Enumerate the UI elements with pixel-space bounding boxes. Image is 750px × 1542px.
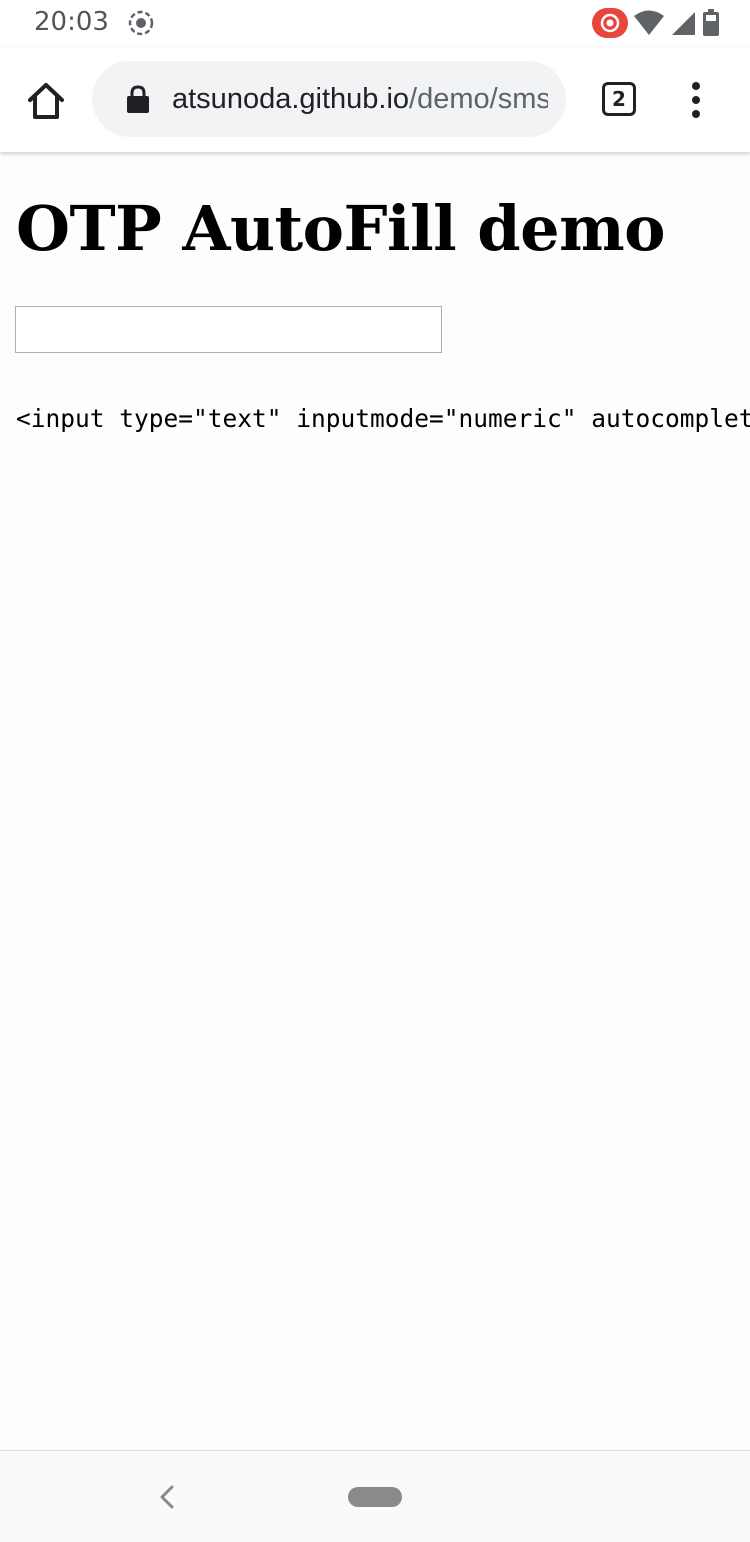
url-text[interactable]: atsunoda.github.io/demo/sms-otp: [172, 81, 548, 117]
status-time: 20:03: [34, 7, 109, 37]
home-icon[interactable]: [24, 79, 68, 123]
wifi-icon: [634, 10, 664, 35]
cell-signal-icon: [672, 12, 695, 35]
page-title: OTP AutoFill demo: [16, 192, 666, 265]
battery-icon: [703, 9, 719, 36]
url-bar[interactable]: atsunoda.github.io/demo/sms-otp: [92, 61, 566, 137]
system-nav-bar: [0, 1450, 750, 1542]
home-gesture-pill[interactable]: [348, 1487, 402, 1507]
code-sample: <input type="text" inputmode="numeric" a…: [16, 404, 750, 433]
status-bar: 20:03: [0, 0, 750, 48]
screen: 20:03 atsunoda.github.io/demo/sms 2 OTP …: [0, 0, 750, 1542]
screen-record-icon: [592, 8, 628, 38]
status-icons: [592, 8, 720, 38]
tab-count: 2: [612, 87, 626, 111]
url-path: /demo/sms-otp: [409, 83, 548, 115]
page-content: OTP AutoFill demo <input type="text" inp…: [0, 152, 750, 1450]
back-icon[interactable]: [152, 1481, 180, 1513]
cast-status-icon: [128, 10, 154, 36]
lock-icon: [127, 85, 149, 113]
url-host: atsunoda.github.io: [172, 83, 410, 115]
browser-toolbar: atsunoda.github.io/demo/sms-otp 2: [0, 48, 750, 152]
otp-input[interactable]: [15, 306, 442, 353]
more-vert-icon[interactable]: [684, 78, 708, 122]
tab-switcher-button[interactable]: 2: [602, 82, 636, 116]
